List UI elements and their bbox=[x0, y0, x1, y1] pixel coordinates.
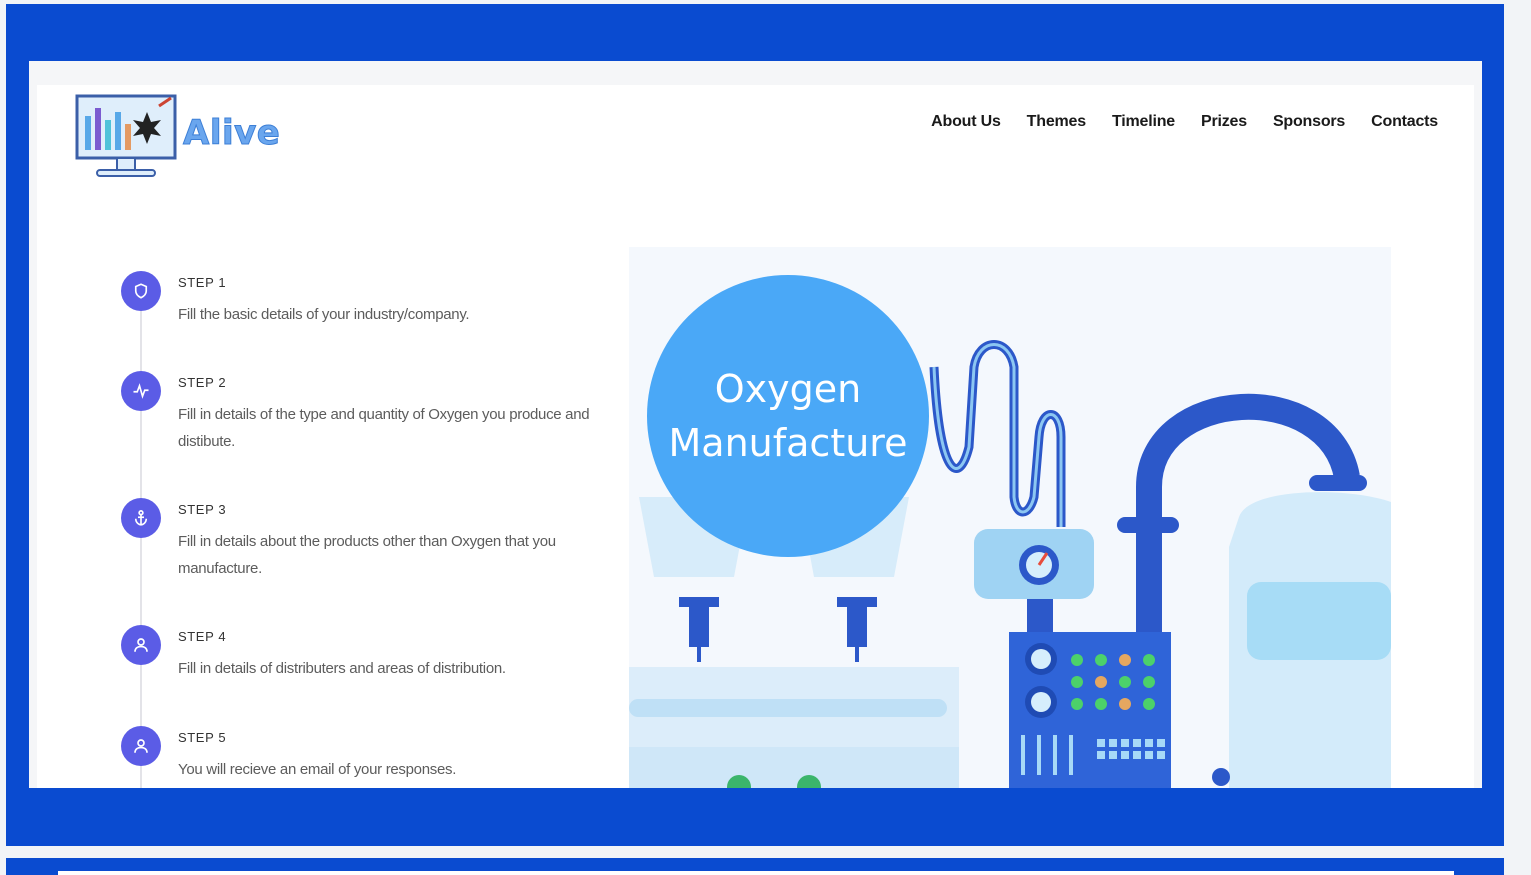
activity-icon bbox=[121, 371, 161, 411]
nav-about-us[interactable]: About Us bbox=[931, 113, 1001, 131]
nav-prizes[interactable]: Prizes bbox=[1201, 113, 1247, 131]
step-title: STEP 4 bbox=[178, 629, 227, 644]
page: Alive About Us Themes Timeline Prizes Sp… bbox=[37, 85, 1474, 788]
step-description: Fill in details of the type and quantity… bbox=[178, 406, 590, 450]
anchor-icon bbox=[121, 498, 161, 538]
oxygen-factory-illustration: Oxygen Manufacture bbox=[629, 247, 1391, 788]
step-title: STEP 1 bbox=[178, 275, 227, 290]
main-nav: About Us Themes Timeline Prizes Sponsors… bbox=[905, 113, 1438, 131]
oxygen-manufacture-badge: Oxygen Manufacture bbox=[647, 275, 929, 557]
user-icon bbox=[121, 625, 161, 665]
step-description: You will recieve an email of your respon… bbox=[178, 761, 457, 778]
next-slide-edge bbox=[58, 871, 1454, 875]
shield-icon bbox=[121, 271, 161, 311]
step-description: Fill in details about the products other… bbox=[178, 533, 556, 577]
step-title: STEP 2 bbox=[178, 375, 227, 390]
badge-line-2: Manufacture bbox=[668, 421, 908, 465]
step-title: STEP 5 bbox=[178, 730, 227, 745]
nav-themes[interactable]: Themes bbox=[1027, 113, 1086, 131]
nav-sponsors[interactable]: Sponsors bbox=[1273, 113, 1345, 131]
nav-contacts[interactable]: Contacts bbox=[1371, 113, 1438, 131]
step-description: Fill the basic details of your industry/… bbox=[178, 306, 470, 323]
user-icon bbox=[121, 726, 161, 766]
website-screenshot: Alive About Us Themes Timeline Prizes Sp… bbox=[29, 61, 1482, 788]
brand-name: Alive bbox=[182, 113, 281, 154]
monitor-chart-icon bbox=[75, 94, 177, 177]
step-title: STEP 3 bbox=[178, 502, 227, 517]
site-logo[interactable]: Alive bbox=[75, 94, 280, 182]
nav-timeline[interactable]: Timeline bbox=[1112, 113, 1175, 131]
next-slide-strip bbox=[6, 858, 1504, 875]
step-description: Fill in details of distributers and area… bbox=[178, 660, 506, 677]
badge-line-1: Oxygen bbox=[714, 367, 862, 411]
steps-timeline: STEP 1 Fill the basic details of your in… bbox=[121, 269, 590, 788]
